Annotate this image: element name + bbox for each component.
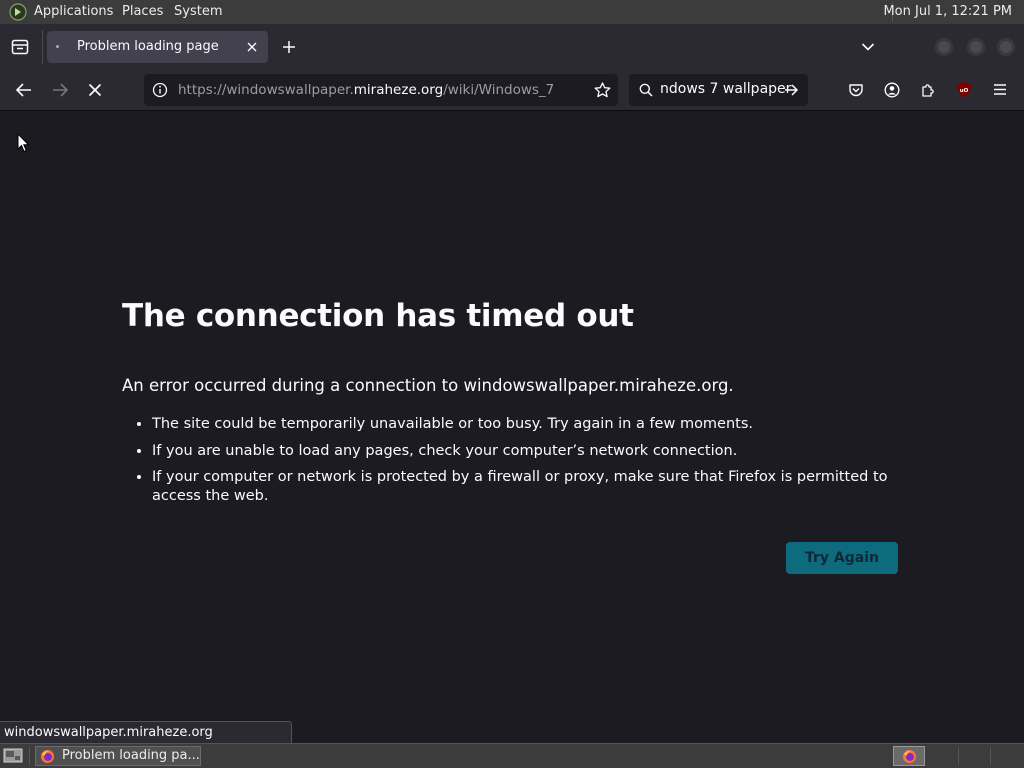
taskbar-separator bbox=[29, 747, 30, 765]
tab-divider bbox=[42, 30, 43, 64]
gnome-foot-icon[interactable] bbox=[9, 3, 27, 21]
navigation-toolbar: https://windowswallpaper.miraheze.org/wi… bbox=[0, 70, 1024, 111]
hamburger-menu-icon[interactable] bbox=[993, 83, 1007, 96]
error-description: An error occurred during a connection to… bbox=[122, 376, 734, 395]
try-again-button[interactable]: Try Again bbox=[786, 542, 898, 574]
list-item: If your computer or network is protected… bbox=[152, 468, 932, 506]
maximize-window-button[interactable] bbox=[967, 38, 985, 56]
site-info-icon[interactable] bbox=[152, 82, 168, 98]
url-path: /wiki/Windows_7 bbox=[443, 82, 555, 98]
svg-text:uO: uO bbox=[960, 88, 969, 94]
system-menu[interactable]: System bbox=[174, 4, 222, 19]
error-suggestions-list: The site could be temporarily unavailabl… bbox=[122, 415, 932, 514]
tab-strip: Problem loading page bbox=[0, 24, 1024, 70]
tab-problem-loading-page[interactable]: Problem loading page bbox=[47, 31, 268, 63]
search-icon bbox=[639, 83, 653, 97]
error-page: The connection has timed out An error oc… bbox=[0, 111, 1024, 721]
clock[interactable]: Mon Jul 1, 12:21 PM bbox=[883, 4, 1012, 19]
list-all-tabs-chevron-down-icon[interactable] bbox=[861, 42, 875, 52]
top-panel: Applications Places System Mon Jul 1, 12… bbox=[0, 0, 1024, 24]
tab-title: Problem loading page bbox=[77, 39, 219, 54]
applications-menu[interactable]: Applications bbox=[34, 4, 113, 19]
url-prefix: https://windowswallpaper. bbox=[178, 82, 354, 98]
pocket-icon[interactable] bbox=[848, 82, 864, 98]
firefox-icon bbox=[40, 749, 55, 764]
firefox-view-icon[interactable] bbox=[11, 39, 29, 55]
extensions-puzzle-icon[interactable] bbox=[920, 82, 936, 98]
bookmark-star-icon[interactable] bbox=[594, 82, 611, 98]
minimize-window-button[interactable] bbox=[935, 38, 953, 56]
url-text: https://windowswallpaper.miraheze.org/wi… bbox=[178, 82, 554, 98]
status-link-text: windowswallpaper.miraheze.org bbox=[4, 725, 213, 740]
list-item: The site could be temporarily unavailabl… bbox=[152, 415, 932, 434]
search-bar[interactable]: ndows 7 wallpaper bbox=[629, 74, 808, 106]
url-host: miraheze.org bbox=[353, 82, 444, 98]
list-item: If you are unable to load any pages, che… bbox=[152, 442, 932, 461]
show-desktop-icon[interactable] bbox=[3, 747, 23, 765]
stop-loading-x-icon[interactable] bbox=[88, 83, 102, 97]
places-menu[interactable]: Places bbox=[122, 4, 163, 19]
account-icon[interactable] bbox=[884, 82, 900, 98]
search-input[interactable]: ndows 7 wallpaper bbox=[660, 81, 791, 97]
workspace-separator bbox=[958, 747, 959, 765]
taskbar-window-label: Problem loading pa... bbox=[62, 748, 200, 763]
error-title: The connection has timed out bbox=[122, 298, 634, 334]
back-arrow-icon[interactable] bbox=[15, 82, 32, 98]
url-bar[interactable]: https://windowswallpaper.miraheze.org/wi… bbox=[144, 74, 618, 106]
tab-close-icon[interactable] bbox=[246, 41, 258, 53]
status-panel: windowswallpaper.miraheze.org bbox=[0, 721, 292, 743]
tab-loading-dot-icon bbox=[56, 45, 59, 48]
search-go-arrow-icon[interactable] bbox=[784, 83, 799, 97]
ublock-origin-icon[interactable]: uO bbox=[956, 81, 972, 99]
new-tab-plus-icon[interactable] bbox=[282, 40, 296, 54]
forward-arrow-icon[interactable] bbox=[52, 82, 69, 98]
workspace-separator bbox=[990, 747, 991, 765]
mouse-cursor-icon bbox=[17, 133, 30, 153]
close-window-button[interactable] bbox=[997, 38, 1015, 56]
bottom-taskbar: Problem loading pa... bbox=[0, 743, 1024, 768]
workspace-switcher[interactable] bbox=[893, 746, 925, 766]
firefox-icon bbox=[902, 749, 917, 764]
taskbar-window-firefox[interactable]: Problem loading pa... bbox=[35, 746, 201, 766]
